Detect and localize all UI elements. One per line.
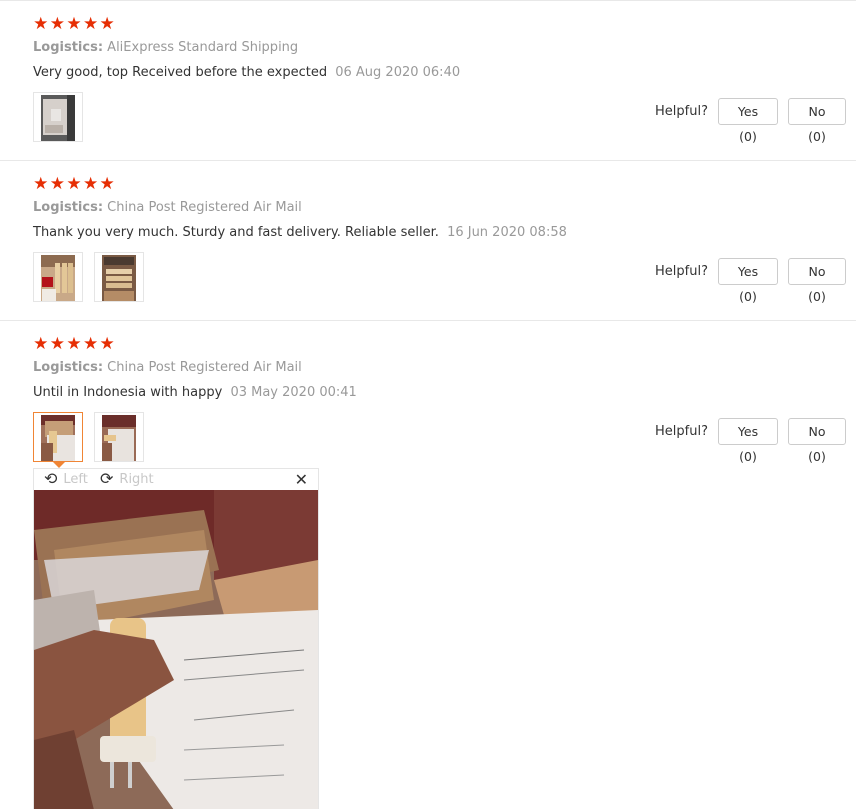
rotate-left-icon: ⟲	[44, 469, 58, 488]
star-icon: ★	[49, 174, 66, 194]
logistics-label: Logistics:	[33, 40, 104, 55]
star-icon: ★	[33, 174, 49, 194]
rotate-left-button[interactable]: ⟲ Left	[44, 471, 88, 487]
helpful-yes-button[interactable]: Yes (0)	[718, 418, 778, 464]
logistics-label: Logistics:	[33, 360, 104, 375]
rotate-left-label: Left	[63, 471, 88, 487]
star-rating: ★ ★ ★ ★ ★	[33, 15, 115, 33]
logistics-info: Logistics: China Post Registered Air Mai…	[33, 200, 302, 215]
star-icon: ★	[66, 334, 82, 354]
helpful-label: Helpful?	[655, 424, 708, 439]
logistics-info: Logistics: AliExpress Standard Shipping	[33, 40, 298, 55]
photo-image	[41, 255, 75, 301]
enlarged-photo-image	[34, 490, 318, 809]
comment-text: Until in Indonesia with happy	[33, 385, 223, 400]
comment-text: Thank you very much. Sturdy and fast del…	[33, 225, 439, 240]
star-icon: ★	[49, 334, 66, 354]
comment-text: Very good, top Received before the expec…	[33, 65, 328, 80]
star-icon: ★	[99, 174, 115, 194]
helpful-no-button[interactable]: No (0)	[788, 258, 846, 304]
photo-image	[41, 415, 75, 461]
review-item: ★ ★ ★ ★ ★ Logistics: China Post Register…	[0, 161, 856, 321]
helpful-no-button[interactable]: No (0)	[788, 418, 846, 464]
review-photos	[33, 252, 144, 302]
photo-image	[102, 255, 136, 301]
enlarged-photo	[34, 490, 318, 809]
helpful-yes-button[interactable]: Yes (0)	[718, 258, 778, 304]
review-date: 03 May 2020 00:41	[230, 385, 357, 400]
star-rating: ★ ★ ★ ★ ★	[33, 175, 115, 193]
rotate-right-button[interactable]: ⟳ Right	[100, 471, 154, 487]
review-date: 16 Jun 2020 08:58	[447, 225, 567, 240]
star-icon: ★	[66, 174, 82, 194]
helpful-label: Helpful?	[655, 264, 708, 279]
helpful-vote: Helpful? Yes (0) No (0)	[655, 418, 846, 464]
star-icon: ★	[82, 174, 99, 194]
star-icon: ★	[99, 334, 115, 354]
logistics-label: Logistics:	[33, 200, 104, 215]
star-icon: ★	[99, 14, 115, 34]
logistics-value: China Post Registered Air Mail	[107, 200, 302, 215]
star-rating: ★ ★ ★ ★ ★	[33, 335, 115, 353]
star-icon: ★	[82, 14, 99, 34]
helpful-no-button[interactable]: No (0)	[788, 98, 846, 144]
review-photo-thumbnail[interactable]	[33, 412, 83, 468]
star-icon: ★	[82, 334, 99, 354]
photo-viewer: ⟲ Left ⟳ Right ✕	[33, 468, 319, 809]
helpful-yes-button[interactable]: Yes (0)	[718, 98, 778, 144]
rotate-right-label: Right	[119, 471, 154, 487]
star-icon: ★	[66, 14, 82, 34]
review-photo-thumbnail[interactable]	[33, 252, 83, 302]
logistics-info: Logistics: China Post Registered Air Mai…	[33, 360, 302, 375]
helpful-label: Helpful?	[655, 104, 708, 119]
review-comment: Very good, top Received before the expec…	[33, 65, 460, 80]
review-comment: Thank you very much. Sturdy and fast del…	[33, 225, 567, 240]
logistics-value: AliExpress Standard Shipping	[107, 40, 299, 55]
rotate-right-icon: ⟳	[100, 469, 114, 488]
review-photo-thumbnail[interactable]	[33, 92, 83, 142]
review-item: ★ ★ ★ ★ ★ Logistics: AliExpress Standard…	[0, 1, 856, 161]
review-photos	[33, 412, 144, 468]
helpful-vote: Helpful? Yes (0) No (0)	[655, 98, 846, 144]
star-icon: ★	[49, 14, 66, 34]
review-photo-thumbnail[interactable]	[94, 412, 144, 462]
review-date: 06 Aug 2020 06:40	[335, 65, 461, 80]
photo-image	[41, 95, 75, 141]
reviews-page: ★ ★ ★ ★ ★ Logistics: AliExpress Standard…	[0, 0, 856, 809]
star-icon: ★	[33, 334, 49, 354]
photo-image	[102, 415, 136, 461]
photo-viewer-toolbar: ⟲ Left ⟳ Right ✕	[34, 469, 318, 490]
review-comment: Until in Indonesia with happy 03 May 202…	[33, 385, 357, 400]
helpful-vote: Helpful? Yes (0) No (0)	[655, 258, 846, 304]
review-photos	[33, 92, 83, 142]
star-icon: ★	[33, 14, 49, 34]
logistics-value: China Post Registered Air Mail	[107, 360, 302, 375]
close-icon[interactable]: ✕	[295, 470, 308, 489]
review-photo-thumbnail[interactable]	[94, 252, 144, 302]
